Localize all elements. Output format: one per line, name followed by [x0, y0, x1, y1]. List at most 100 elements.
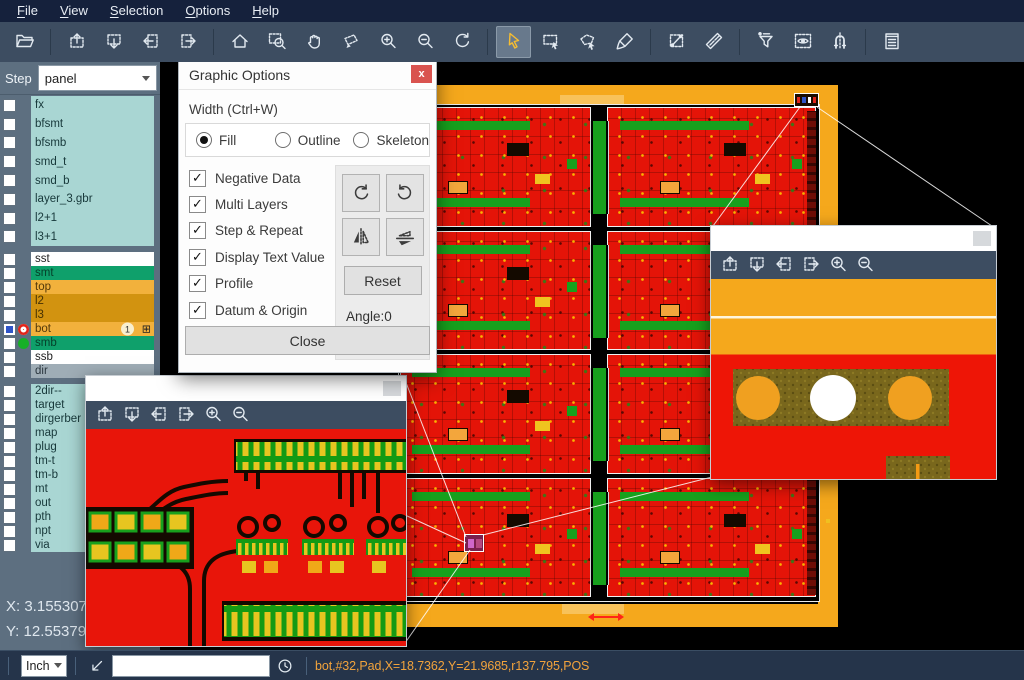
- zoom-previous-tool[interactable]: [444, 26, 479, 58]
- select-arrow-tool[interactable]: [496, 26, 531, 58]
- menu-options[interactable]: Options: [174, 0, 241, 22]
- snap-tool[interactable]: [822, 26, 857, 58]
- layer-row-smb[interactable]: smb: [0, 336, 160, 350]
- layer-visible-checkbox[interactable]: [3, 193, 16, 206]
- menu-help[interactable]: Help: [241, 0, 290, 22]
- rect-select-tool[interactable]: [533, 26, 568, 58]
- ruler-tool[interactable]: [696, 26, 731, 58]
- layer-visible-checkbox[interactable]: [3, 295, 16, 308]
- step-select[interactable]: panel: [38, 65, 157, 91]
- zoom-out-tool[interactable]: [407, 26, 442, 58]
- layer-row-bfsmb[interactable]: bfsmb: [0, 134, 160, 153]
- checkbox-negative-data[interactable]: ✓Negative Data: [185, 165, 335, 191]
- poly-select-tool[interactable]: [570, 26, 605, 58]
- layer-visible-checkbox[interactable]: [3, 441, 16, 454]
- layer-row-layer_3.gbr[interactable]: layer_3.gbr: [0, 190, 160, 209]
- popup-window-button[interactable]: [383, 381, 401, 396]
- close-icon[interactable]: x: [411, 65, 432, 83]
- layer-row-smd_b[interactable]: smd_b: [0, 171, 160, 190]
- layer-visible-checkbox[interactable]: [3, 136, 16, 149]
- layer-row-top[interactable]: top: [0, 280, 160, 294]
- zoom-out-tool[interactable]: [851, 253, 878, 277]
- checkbox-multi-layers[interactable]: ✓Multi Layers: [185, 191, 335, 217]
- pan-left-tool[interactable]: [145, 403, 172, 427]
- menu-file[interactable]: File: [6, 0, 49, 22]
- layer-visible-checkbox[interactable]: [3, 230, 16, 243]
- magnified-pcb-view-left[interactable]: [86, 429, 406, 646]
- visibility-eye-tool[interactable]: [785, 26, 820, 58]
- zoom-in-tool[interactable]: [824, 253, 851, 277]
- radio-fill[interactable]: Fill: [196, 132, 265, 148]
- zoom-in-tool[interactable]: [199, 403, 226, 427]
- layer-visible-checkbox[interactable]: [3, 483, 16, 496]
- dialog-titlebar[interactable]: Graphic Options x: [179, 61, 436, 90]
- layer-row-l3+1[interactable]: l3+1: [0, 228, 160, 247]
- pan-left-tool[interactable]: [133, 26, 168, 58]
- pan-left-tool[interactable]: [770, 253, 797, 277]
- pan-down-tool[interactable]: [743, 253, 770, 277]
- layer-visible-checkbox[interactable]: [3, 385, 16, 398]
- pan-down-tool[interactable]: [96, 26, 131, 58]
- pan-hand-tool[interactable]: [296, 26, 331, 58]
- layer-row-smt[interactable]: smt: [0, 266, 160, 280]
- layer-visible-checkbox[interactable]: [3, 351, 16, 364]
- layer-row-bot[interactable]: bot1⊞: [0, 322, 160, 336]
- history-icon[interactable]: [276, 657, 294, 675]
- layer-visible-checkbox[interactable]: [3, 253, 16, 266]
- layer-visible-checkbox[interactable]: [3, 497, 16, 510]
- open-folder-tool[interactable]: [7, 26, 42, 58]
- layer-visible-checkbox[interactable]: [3, 455, 16, 468]
- pan-right-tool[interactable]: [170, 26, 205, 58]
- home-tool[interactable]: [222, 26, 257, 58]
- pan-right-tool[interactable]: [172, 403, 199, 427]
- dialog-close-button[interactable]: Close: [185, 326, 430, 355]
- report-tool[interactable]: [874, 26, 909, 58]
- command-input[interactable]: [112, 655, 270, 677]
- layer-row-sst[interactable]: sst: [0, 252, 160, 266]
- layer-row-smd_t[interactable]: smd_t: [0, 152, 160, 171]
- layer-row-l2+1[interactable]: l2+1: [0, 209, 160, 228]
- menu-view[interactable]: View: [49, 0, 99, 22]
- layer-visible-checkbox[interactable]: [3, 539, 16, 552]
- magnified-pcb-view-right[interactable]: [711, 279, 996, 479]
- layer-visible-checkbox[interactable]: [3, 399, 16, 412]
- zoom-in-tool[interactable]: [370, 26, 405, 58]
- layer-row-l3[interactable]: l3: [0, 308, 160, 322]
- zoom-popup-right-titlebar[interactable]: [711, 226, 996, 251]
- zoom-window-tool[interactable]: [259, 26, 294, 58]
- layer-visible-checkbox[interactable]: [3, 365, 16, 378]
- rotate-ccw-button[interactable]: [386, 174, 424, 212]
- pan-up-tool[interactable]: [716, 253, 743, 277]
- layer-row-l2[interactable]: l2: [0, 294, 160, 308]
- rotate-cw-button[interactable]: [342, 174, 380, 212]
- layer-visible-checkbox[interactable]: [3, 174, 16, 187]
- layer-visible-checkbox[interactable]: [3, 525, 16, 538]
- pan-down-tool[interactable]: [118, 403, 145, 427]
- layer-row-bfsmt[interactable]: bfsmt: [0, 115, 160, 134]
- layer-row-fx[interactable]: fx: [0, 96, 160, 115]
- pan-up-tool[interactable]: [59, 26, 94, 58]
- radio-outline[interactable]: Outline: [275, 132, 344, 148]
- layer-visible-checkbox[interactable]: [3, 323, 16, 336]
- measure-tool[interactable]: [659, 26, 694, 58]
- layer-visible-checkbox[interactable]: [3, 427, 16, 440]
- brush-tool[interactable]: [607, 26, 642, 58]
- layer-visible-checkbox[interactable]: [3, 309, 16, 322]
- flip-h-button[interactable]: [342, 218, 380, 256]
- layer-visible-checkbox[interactable]: [3, 155, 16, 168]
- checkbox-profile[interactable]: ✓Profile: [185, 271, 335, 297]
- layer-visible-checkbox[interactable]: [3, 212, 16, 225]
- checkbox-step-repeat[interactable]: ✓Step & Repeat: [185, 218, 335, 244]
- reset-button[interactable]: Reset: [344, 266, 422, 295]
- layer-visible-checkbox[interactable]: [3, 281, 16, 294]
- pan-up-tool[interactable]: [91, 403, 118, 427]
- layer-visible-checkbox[interactable]: [3, 99, 16, 112]
- layer-visible-checkbox[interactable]: [3, 413, 16, 426]
- move-view-tool[interactable]: [333, 26, 368, 58]
- pan-right-tool[interactable]: [797, 253, 824, 277]
- radio-skeleton[interactable]: Skeleton: [353, 132, 429, 148]
- layer-visible-checkbox[interactable]: [3, 118, 16, 131]
- grid-icon[interactable]: ⊞: [142, 324, 151, 335]
- checkbox-datum-origin[interactable]: ✓Datum & Origin: [185, 297, 335, 323]
- layer-visible-checkbox[interactable]: [3, 337, 16, 350]
